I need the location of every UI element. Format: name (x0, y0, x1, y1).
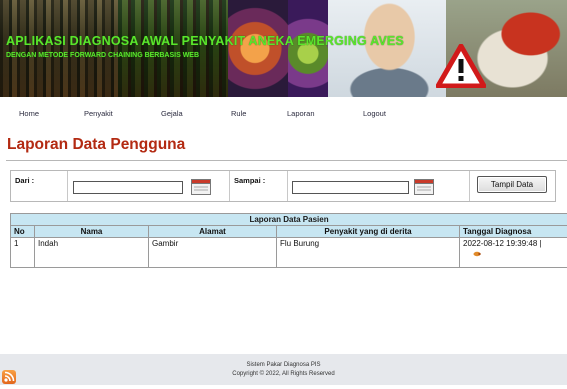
dari-date-input[interactable] (73, 181, 183, 194)
tampil-data-button[interactable]: Tampil Data (477, 176, 547, 193)
column-header-no: No (11, 226, 35, 238)
trees-photo (118, 0, 228, 97)
header-banner: APLIKASI DIAGNOSA AWAL PENYAKIT ANEKA EM… (0, 0, 567, 97)
edit-pencil-icon[interactable] (473, 251, 481, 257)
patient-report-table: Laporan Data Pasien No Nama Alamat Penya… (10, 213, 567, 268)
virus-image-2 (288, 0, 328, 97)
dari-input-cell (68, 171, 230, 201)
sampai-input-cell (288, 171, 470, 201)
table-caption: Laporan Data Pasien (11, 214, 567, 226)
column-header-nama: Nama (35, 226, 149, 238)
column-header-alamat: Alamat (149, 226, 277, 238)
calendar-icon[interactable] (191, 179, 211, 195)
cell-tanggal-wrap: 2022-08-12 19:39:48 | (460, 238, 567, 268)
calendar-icon[interactable] (414, 179, 434, 195)
cell-alamat: Gambir (149, 238, 277, 268)
dari-label-cell: Dari : (11, 171, 68, 201)
main-nav: Home Penyakit Gejala Rule Laporan Logout (0, 100, 567, 126)
cell-no: 1 (11, 238, 35, 268)
sampai-label-cell: Sampai : (230, 171, 288, 201)
virus-image (228, 0, 288, 97)
banner-subtitle: DENGAN METODE FORWARD CHAINING BERBASIS … (6, 52, 199, 59)
forest-photo (0, 0, 118, 97)
nav-gejala-link[interactable]: Gejala (161, 109, 183, 118)
nav-penyakit-link[interactable]: Penyakit (84, 109, 113, 118)
warning-icon (436, 44, 486, 88)
nav-rule-link[interactable]: Rule (231, 109, 246, 118)
nav-laporan-link[interactable]: Laporan (287, 109, 315, 118)
footer-title: Sistem Pakar Diagnosa PIS (0, 362, 567, 368)
sampai-date-input[interactable] (292, 181, 409, 194)
column-header-penyakit: Penyakit yang di derita (277, 226, 460, 238)
table-row: 1 Indah Gambir Flu Burung 2022-08-12 19:… (11, 238, 567, 268)
sick-man-photo (328, 0, 446, 97)
cell-nama: Indah (35, 238, 149, 268)
cell-tanggal: 2022-08-12 19:39:48 | (463, 239, 564, 248)
title-divider (6, 160, 567, 161)
page-title: Laporan Data Pengguna (7, 136, 185, 154)
footer-copyright: Copyright © 2022, All Rights Reserved (0, 371, 567, 377)
sampai-label: Sampai : (234, 176, 265, 185)
page-footer: Sistem Pakar Diagnosa PIS Copyright © 20… (0, 354, 567, 385)
nav-logout-link[interactable]: Logout (363, 109, 386, 118)
date-filter-form: Dari : Sampai : Tampil Data (10, 170, 556, 202)
nav-home-link[interactable]: Home (19, 109, 39, 118)
banner-title: APLIKASI DIAGNOSA AWAL PENYAKIT ANEKA EM… (6, 34, 404, 48)
column-header-tanggal: Tanggal Diagnosa (460, 226, 567, 238)
cell-penyakit: Flu Burung (277, 238, 460, 268)
dari-label: Dari : (15, 176, 34, 185)
